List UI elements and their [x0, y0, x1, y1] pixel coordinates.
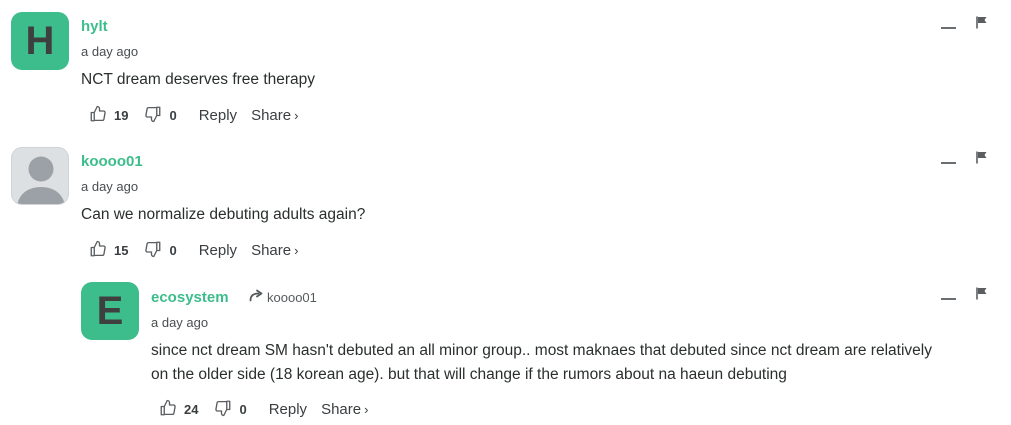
downvote-button[interactable]: 0: [214, 399, 247, 420]
comment-author[interactable]: koooo01: [81, 153, 143, 170]
flag-icon[interactable]: [976, 16, 988, 29]
comment-text: Can we normalize debuting adults again?: [81, 206, 366, 223]
share-button[interactable]: Share ›: [251, 107, 298, 124]
upvote-count: 15: [114, 242, 129, 258]
default-avatar-icon: [17, 156, 65, 204]
share-button[interactable]: Share ›: [321, 401, 368, 418]
comment-timestamp[interactable]: a day ago: [151, 315, 208, 330]
avatar[interactable]: E: [81, 282, 139, 340]
flag-icon[interactable]: [976, 151, 988, 164]
minimize-icon[interactable]: [941, 297, 956, 300]
comment-text: since nct dream SM hasn't debuted an all…: [151, 339, 1001, 387]
comment-actions: 24 0 Reply Share ›: [159, 398, 368, 420]
comment-timestamp[interactable]: a day ago: [81, 44, 138, 59]
comment-author[interactable]: ecosystem: [151, 289, 229, 306]
comment-text-line: since nct dream SM hasn't debuted an all…: [151, 342, 932, 359]
minimize-icon[interactable]: [941, 161, 956, 164]
thumbs-up-icon: [159, 399, 177, 420]
reply-button[interactable]: Reply: [199, 107, 237, 124]
downvote-count: 0: [239, 401, 247, 417]
share-button[interactable]: Share ›: [251, 242, 298, 259]
comment: koooo01 a day ago Can we normalize debut…: [0, 135, 1011, 270]
chevron-right-icon: ›: [294, 242, 299, 258]
reply-comment: E ecosystem koooo01 a day ago since nct …: [0, 270, 1011, 425]
avatar-letter: H: [25, 19, 55, 63]
upvote-button[interactable]: 15: [89, 240, 128, 261]
share-label: Share: [251, 241, 292, 259]
downvote-count: 0: [169, 242, 177, 258]
reply-to-author: koooo01: [267, 289, 317, 305]
reply-button[interactable]: Reply: [269, 401, 307, 418]
comment-actions: 19 0 Reply Share ›: [89, 104, 298, 126]
downvote-button[interactable]: 0: [144, 105, 177, 126]
chevron-right-icon: ›: [294, 107, 299, 123]
upvote-button[interactable]: 19: [89, 105, 128, 126]
avatar[interactable]: [11, 147, 69, 205]
comment-menu: [941, 16, 988, 29]
reply-to-link[interactable]: koooo01: [249, 289, 317, 305]
upvote-count: 24: [184, 401, 199, 417]
avatar-letter: E: [96, 289, 124, 333]
flag-icon[interactable]: [976, 287, 988, 300]
thumbs-up-icon: [89, 105, 107, 126]
share-label: Share: [251, 106, 292, 124]
downvote-count: 0: [169, 107, 177, 123]
reply-button[interactable]: Reply: [199, 242, 237, 259]
comment-text-line: on the older side (18 korean age). but t…: [151, 366, 787, 383]
downvote-button[interactable]: 0: [144, 240, 177, 261]
comment-timestamp[interactable]: a day ago: [81, 179, 138, 194]
comment-menu: [941, 151, 988, 164]
minimize-icon[interactable]: [941, 26, 956, 29]
thumbs-up-icon: [89, 240, 107, 261]
comment-menu: [941, 287, 988, 300]
comment-text: NCT dream deserves free therapy: [81, 71, 316, 88]
comment-author[interactable]: hylt: [81, 18, 108, 35]
comment-actions: 15 0 Reply Share ›: [89, 239, 298, 261]
upvote-button[interactable]: 24: [159, 399, 198, 420]
upvote-count: 19: [114, 107, 129, 123]
thumbs-down-icon: [144, 105, 162, 126]
avatar[interactable]: H: [11, 12, 69, 70]
arrow-right-icon: [249, 289, 264, 305]
comment: H hylt a day ago NCT dream deserves free…: [0, 0, 1011, 135]
share-label: Share: [321, 400, 362, 418]
thumbs-down-icon: [214, 399, 232, 420]
thumbs-down-icon: [144, 240, 162, 261]
chevron-right-icon: ›: [364, 401, 369, 417]
